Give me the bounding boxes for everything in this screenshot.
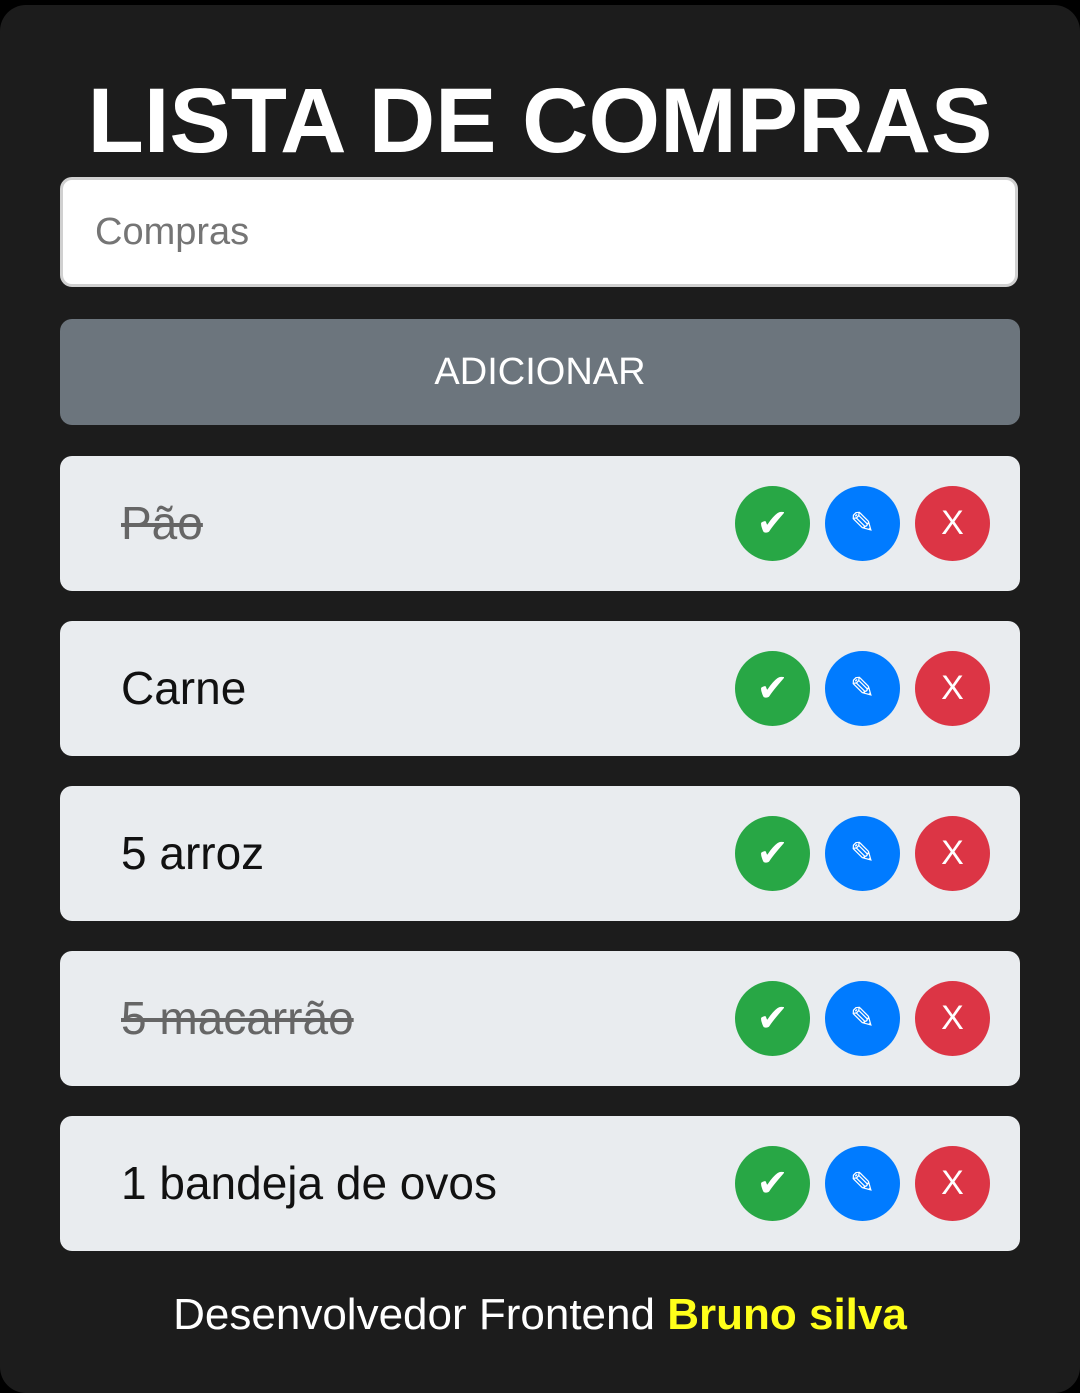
item-label: Carne [121,662,247,714]
shopping-list-app: LISTA DE COMPRAS ADICIONAR Pão ✔ ✎ X Car… [0,5,1080,1393]
item-label: 5 macarrão [121,992,354,1044]
delete-button[interactable]: X [915,981,990,1056]
footer-author: Bruno silva [667,1290,907,1339]
edit-button[interactable]: ✎ [825,816,900,891]
edit-button[interactable]: ✎ [825,651,900,726]
check-icon: ✔ [756,501,789,545]
footer: Desenvolvedor Frontend Bruno silva [0,1285,1080,1345]
item-label: 1 bandeja de ovos [121,1157,497,1209]
delete-button[interactable]: X [915,486,990,561]
page-title: LISTA DE COMPRAS [87,70,993,172]
check-button[interactable]: ✔ [735,816,810,891]
item-label: Pão [121,497,203,549]
edit-button[interactable]: ✎ [825,1146,900,1221]
pencil-icon: ✎ [849,506,876,541]
check-icon: ✔ [756,996,789,1040]
check-icon: ✔ [756,1161,789,1205]
edit-button[interactable]: ✎ [825,981,900,1056]
pencil-icon: ✎ [849,1001,876,1036]
check-icon: ✔ [756,831,789,875]
check-button[interactable]: ✔ [735,1146,810,1221]
edit-button[interactable]: ✎ [825,486,900,561]
shopping-input[interactable] [60,177,1018,287]
delete-button[interactable]: X [915,651,990,726]
list-item: 5 macarrão ✔ ✎ X [60,951,1020,1086]
list-item: Pão ✔ ✎ X [60,456,1020,591]
pencil-icon: ✎ [849,1166,876,1201]
item-label: 5 arroz [121,827,265,879]
list-item: Carne ✔ ✎ X [60,621,1020,756]
check-icon: ✔ [756,666,789,710]
list-item: 1 bandeja de ovos ✔ ✎ X [60,1116,1020,1251]
shopping-list: Pão ✔ ✎ X Carne ✔ ✎ X 5 arroz ✔ ✎ X 5 ma… [60,456,1020,1281]
delete-button[interactable]: X [915,816,990,891]
pencil-icon: ✎ [849,836,876,871]
add-button[interactable]: ADICIONAR [60,319,1020,425]
delete-button[interactable]: X [915,1146,990,1221]
check-button[interactable]: ✔ [735,981,810,1056]
list-item: 5 arroz ✔ ✎ X [60,786,1020,921]
check-button[interactable]: ✔ [735,486,810,561]
pencil-icon: ✎ [849,671,876,706]
footer-text: Desenvolvedor Frontend [173,1290,655,1339]
check-button[interactable]: ✔ [735,651,810,726]
